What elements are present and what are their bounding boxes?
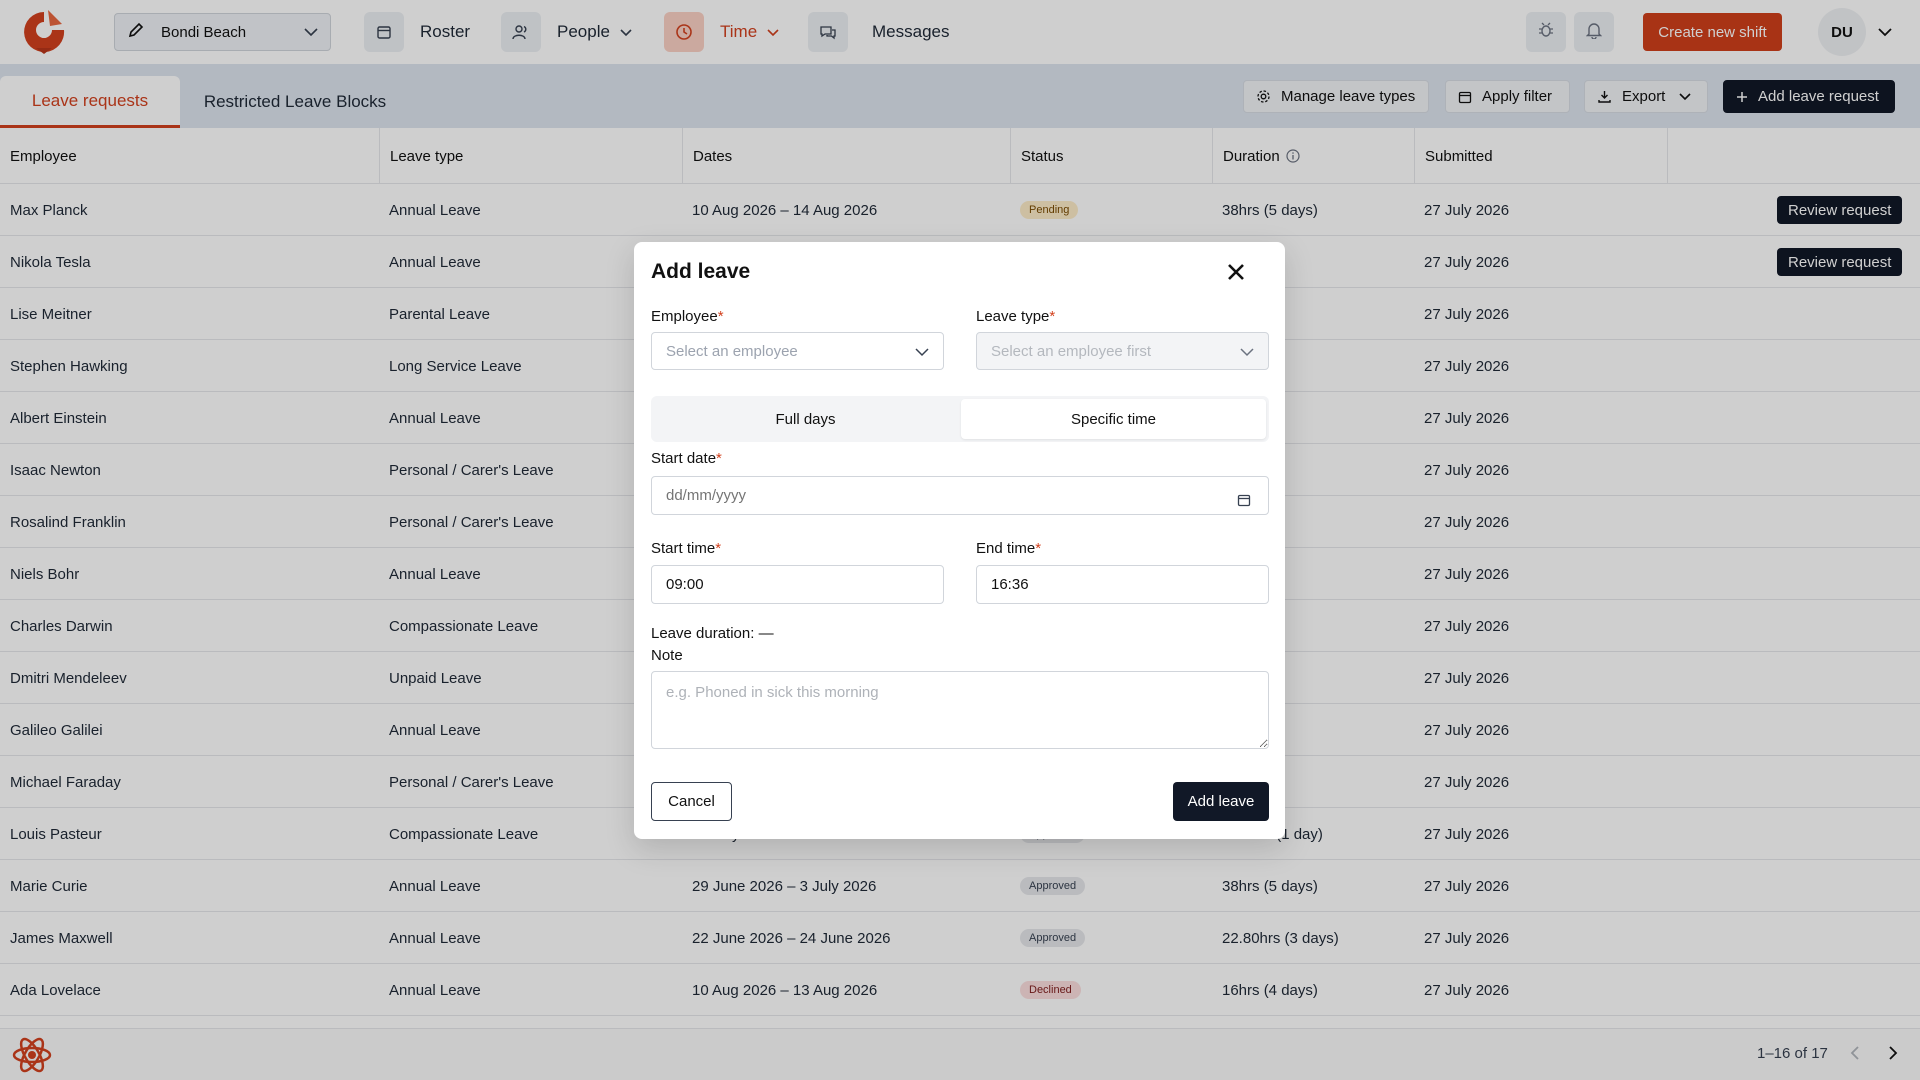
- start-time-input[interactable]: [651, 565, 944, 604]
- employee-select-placeholder: Select an employee: [666, 342, 798, 360]
- chevron-down-icon: [915, 344, 929, 361]
- full-days-option[interactable]: Full days: [654, 399, 957, 439]
- employee-label: Employee*: [651, 308, 724, 325]
- end-time-label: End time*: [976, 540, 1041, 557]
- required-mark: *: [715, 540, 722, 557]
- end-time-label-text: End time: [976, 540, 1036, 557]
- close-icon: [1227, 263, 1245, 285]
- required-mark: *: [716, 450, 722, 467]
- start-time-label: Start time*: [651, 540, 721, 557]
- note-textarea[interactable]: [651, 671, 1269, 749]
- cancel-button[interactable]: Cancel: [651, 782, 732, 821]
- required-mark: *: [1035, 540, 1042, 557]
- start-date-label: Start date*: [651, 450, 722, 467]
- chevron-down-icon: [1240, 344, 1254, 361]
- employee-label-text: Employee: [651, 308, 718, 325]
- close-button[interactable]: [1222, 260, 1250, 288]
- required-mark: *: [717, 308, 724, 325]
- leave-type-label: Leave type*: [976, 308, 1055, 325]
- start-time-label-text: Start time: [651, 540, 716, 557]
- employee-select[interactable]: Select an employee: [651, 332, 944, 370]
- start-date-input[interactable]: [651, 476, 1269, 515]
- leave-duration-text: Leave duration: —: [651, 625, 774, 642]
- add-leave-dialog: Add leave Employee* Select an employee L…: [634, 242, 1285, 839]
- dialog-title: Add leave: [651, 260, 751, 283]
- required-mark: *: [1049, 308, 1056, 325]
- calendar-icon[interactable]: [1237, 493, 1251, 511]
- add-leave-button[interactable]: Add leave: [1173, 782, 1269, 821]
- leave-type-select-placeholder: Select an employee first: [991, 342, 1152, 360]
- end-time-input[interactable]: [976, 565, 1269, 604]
- leave-type-select[interactable]: Select an employee first: [976, 332, 1269, 370]
- note-label: Note: [651, 647, 683, 664]
- specific-time-option[interactable]: Specific time: [961, 399, 1266, 439]
- leave-mode-toggle: Full days Specific time: [651, 396, 1269, 442]
- leave-type-label-text: Leave type: [976, 308, 1050, 325]
- start-date-label-text: Start date: [651, 450, 717, 467]
